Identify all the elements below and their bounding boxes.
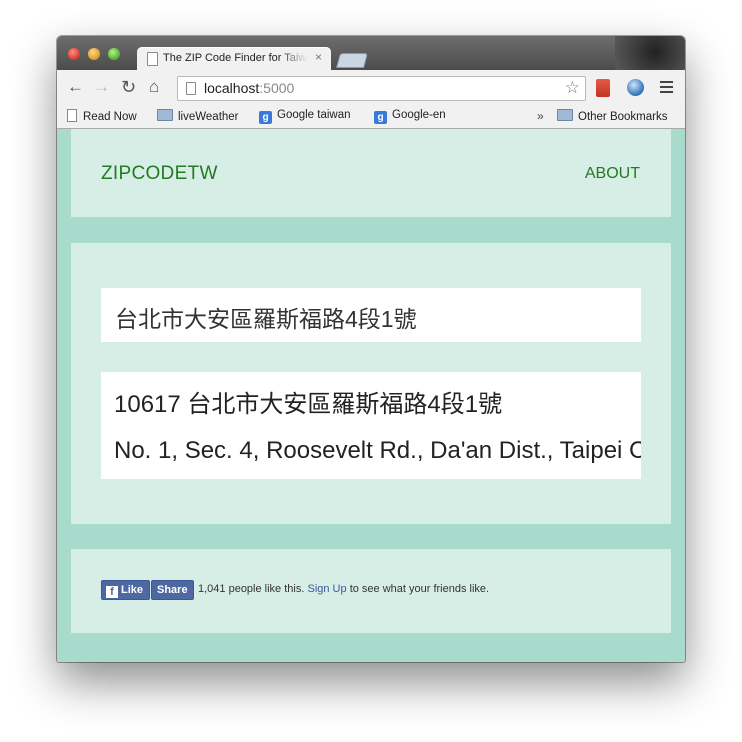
bookmark-label: liveWeather bbox=[178, 111, 239, 123]
site-navbar: ZIPCODETW ABOUT bbox=[71, 129, 671, 217]
bookmark-liveweather[interactable]: liveWeather bbox=[157, 109, 239, 123]
active-tab[interactable]: The ZIP Code Finder for Taiwan × bbox=[137, 47, 331, 70]
bookmark-star-icon[interactable]: ☆ bbox=[565, 78, 580, 98]
url-port: :5000 bbox=[259, 80, 295, 96]
about-link[interactable]: ABOUT bbox=[585, 165, 640, 183]
browser-toolbar: ← → ↻ ⌂ localhost:5000 ☆ bbox=[57, 70, 685, 106]
bookmark-label: Other Bookmarks bbox=[578, 111, 668, 123]
page-icon bbox=[67, 109, 77, 122]
bookmark-other[interactable]: Other Bookmarks bbox=[557, 109, 667, 123]
main-panel: 台北市大安區羅斯福路4段1號 10617 台北市大安區羅斯福路4段1號 No. … bbox=[71, 243, 671, 524]
bookmark-label: Google-en bbox=[392, 109, 446, 121]
bookmarks-bar: Read Now liveWeather g Google taiwan g Goo… bbox=[57, 106, 685, 129]
result-box: 10617 台北市大安區羅斯福路4段1號 No. 1, Sec. 4, Roos… bbox=[101, 372, 641, 479]
tab-bar: The ZIP Code Finder for Taiwan × bbox=[57, 36, 685, 70]
bookmark-label: Google taiwan bbox=[277, 109, 351, 121]
tab-close-icon[interactable]: × bbox=[315, 50, 322, 64]
forward-icon[interactable]: → bbox=[93, 78, 110, 96]
reload-icon[interactable]: ↻ bbox=[121, 78, 136, 96]
bookmark-google-en[interactable]: g Google-en bbox=[374, 109, 446, 124]
bookmarks-overflow-icon[interactable]: » bbox=[537, 109, 544, 123]
browser-window: The ZIP Code Finder for Taiwan × ← → ↻ ⌂… bbox=[57, 36, 685, 662]
url-text[interactable]: localhost:5000 bbox=[204, 80, 294, 96]
facebook-icon: f bbox=[106, 586, 118, 598]
address-input[interactable]: 台北市大安區羅斯福路4段1號 bbox=[101, 288, 641, 342]
maximize-window-button[interactable] bbox=[108, 48, 120, 60]
back-icon[interactable]: ← bbox=[67, 78, 84, 96]
bookmark-read-now[interactable]: Read Now bbox=[67, 109, 137, 123]
close-window-button[interactable] bbox=[68, 48, 80, 60]
google-icon: g bbox=[374, 111, 387, 124]
folder-icon bbox=[157, 109, 173, 121]
tab-title: The ZIP Code Finder for Taiwan bbox=[163, 52, 308, 64]
signup-suffix: to see what your friends like. bbox=[349, 583, 490, 595]
bookmark-label: Read Now bbox=[83, 111, 137, 123]
address-bar[interactable]: localhost:5000 ☆ bbox=[177, 76, 586, 101]
new-tab-button[interactable] bbox=[335, 53, 369, 68]
home-icon[interactable]: ⌂ bbox=[149, 78, 159, 96]
google-icon: g bbox=[259, 111, 272, 124]
like-count: 1,041 people like this. bbox=[198, 583, 305, 595]
folder-icon bbox=[557, 109, 573, 121]
extension-globe-icon[interactable] bbox=[627, 79, 644, 96]
facebook-like-text: 1,041 people like this. Sign Up to see w… bbox=[198, 583, 489, 595]
like-label: Like bbox=[121, 584, 144, 596]
menu-icon[interactable] bbox=[660, 81, 673, 96]
minimize-window-button[interactable] bbox=[88, 48, 100, 60]
page-icon bbox=[147, 52, 158, 66]
page-icon bbox=[186, 82, 196, 95]
facebook-share-button[interactable]: Share bbox=[151, 580, 194, 600]
result-en-address: No. 1, Sec. 4, Roosevelt Rd., Da'an Dist… bbox=[114, 437, 641, 464]
site-footer: f Like Share 1,041 people like this. Sign… bbox=[71, 549, 671, 633]
url-host: localhost bbox=[204, 80, 260, 96]
extension-book-icon[interactable] bbox=[596, 79, 610, 97]
facebook-signup-link[interactable]: Sign Up bbox=[307, 583, 346, 595]
bookmark-google-taiwan[interactable]: g Google taiwan bbox=[259, 109, 351, 124]
page-viewport: ZIPCODETW ABOUT 台北市大安區羅斯福路4段1號 10617 台北市… bbox=[57, 129, 685, 662]
result-zh-address: 10617 台北市大安區羅斯福路4段1號 bbox=[114, 391, 503, 418]
facebook-like-button[interactable]: f Like bbox=[101, 580, 151, 600]
profile-avatar[interactable] bbox=[615, 36, 685, 70]
site-brand-link[interactable]: ZIPCODETW bbox=[101, 163, 218, 185]
